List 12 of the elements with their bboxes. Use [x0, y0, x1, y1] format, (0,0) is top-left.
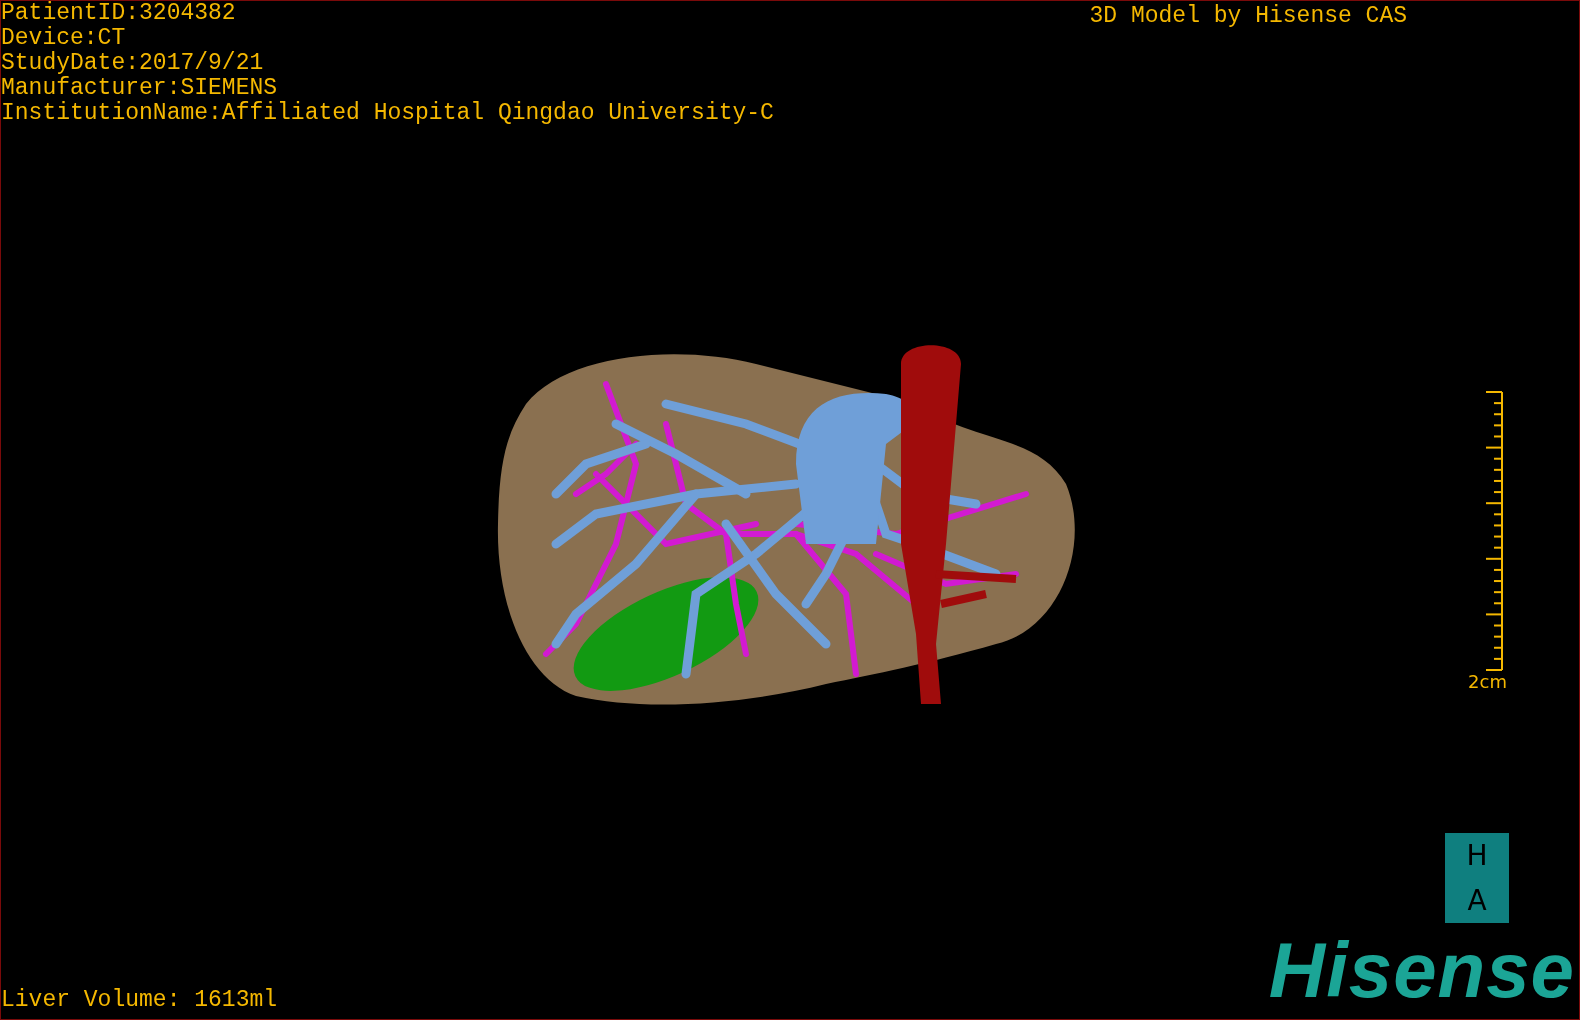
scale-label: 2cm — [1468, 672, 1507, 692]
liver-volume-text: Liver Volume: 1613ml — [1, 988, 278, 1013]
logo-wordmark: Hisense — [1268, 935, 1575, 1005]
model-title: 3D Model by Hisense CAS — [1089, 4, 1407, 29]
patient-info-text: Manufacturer:SIEMENS — [1, 76, 279, 101]
badge-letter: H — [1466, 840, 1488, 871]
badge-letter: A — [1467, 885, 1487, 916]
scale-ruler-icon — [1484, 390, 1503, 672]
patient-info-text: Device:CT — [1, 26, 127, 51]
patient-info-text: InstitutionName:Affiliated Hospital Qingdao University-C — [1, 101, 774, 126]
patient-info-text: PatientID:3204382 — [1, 1, 237, 26]
patient-info-text: StudyDate:2017/9/21 — [1, 51, 265, 76]
